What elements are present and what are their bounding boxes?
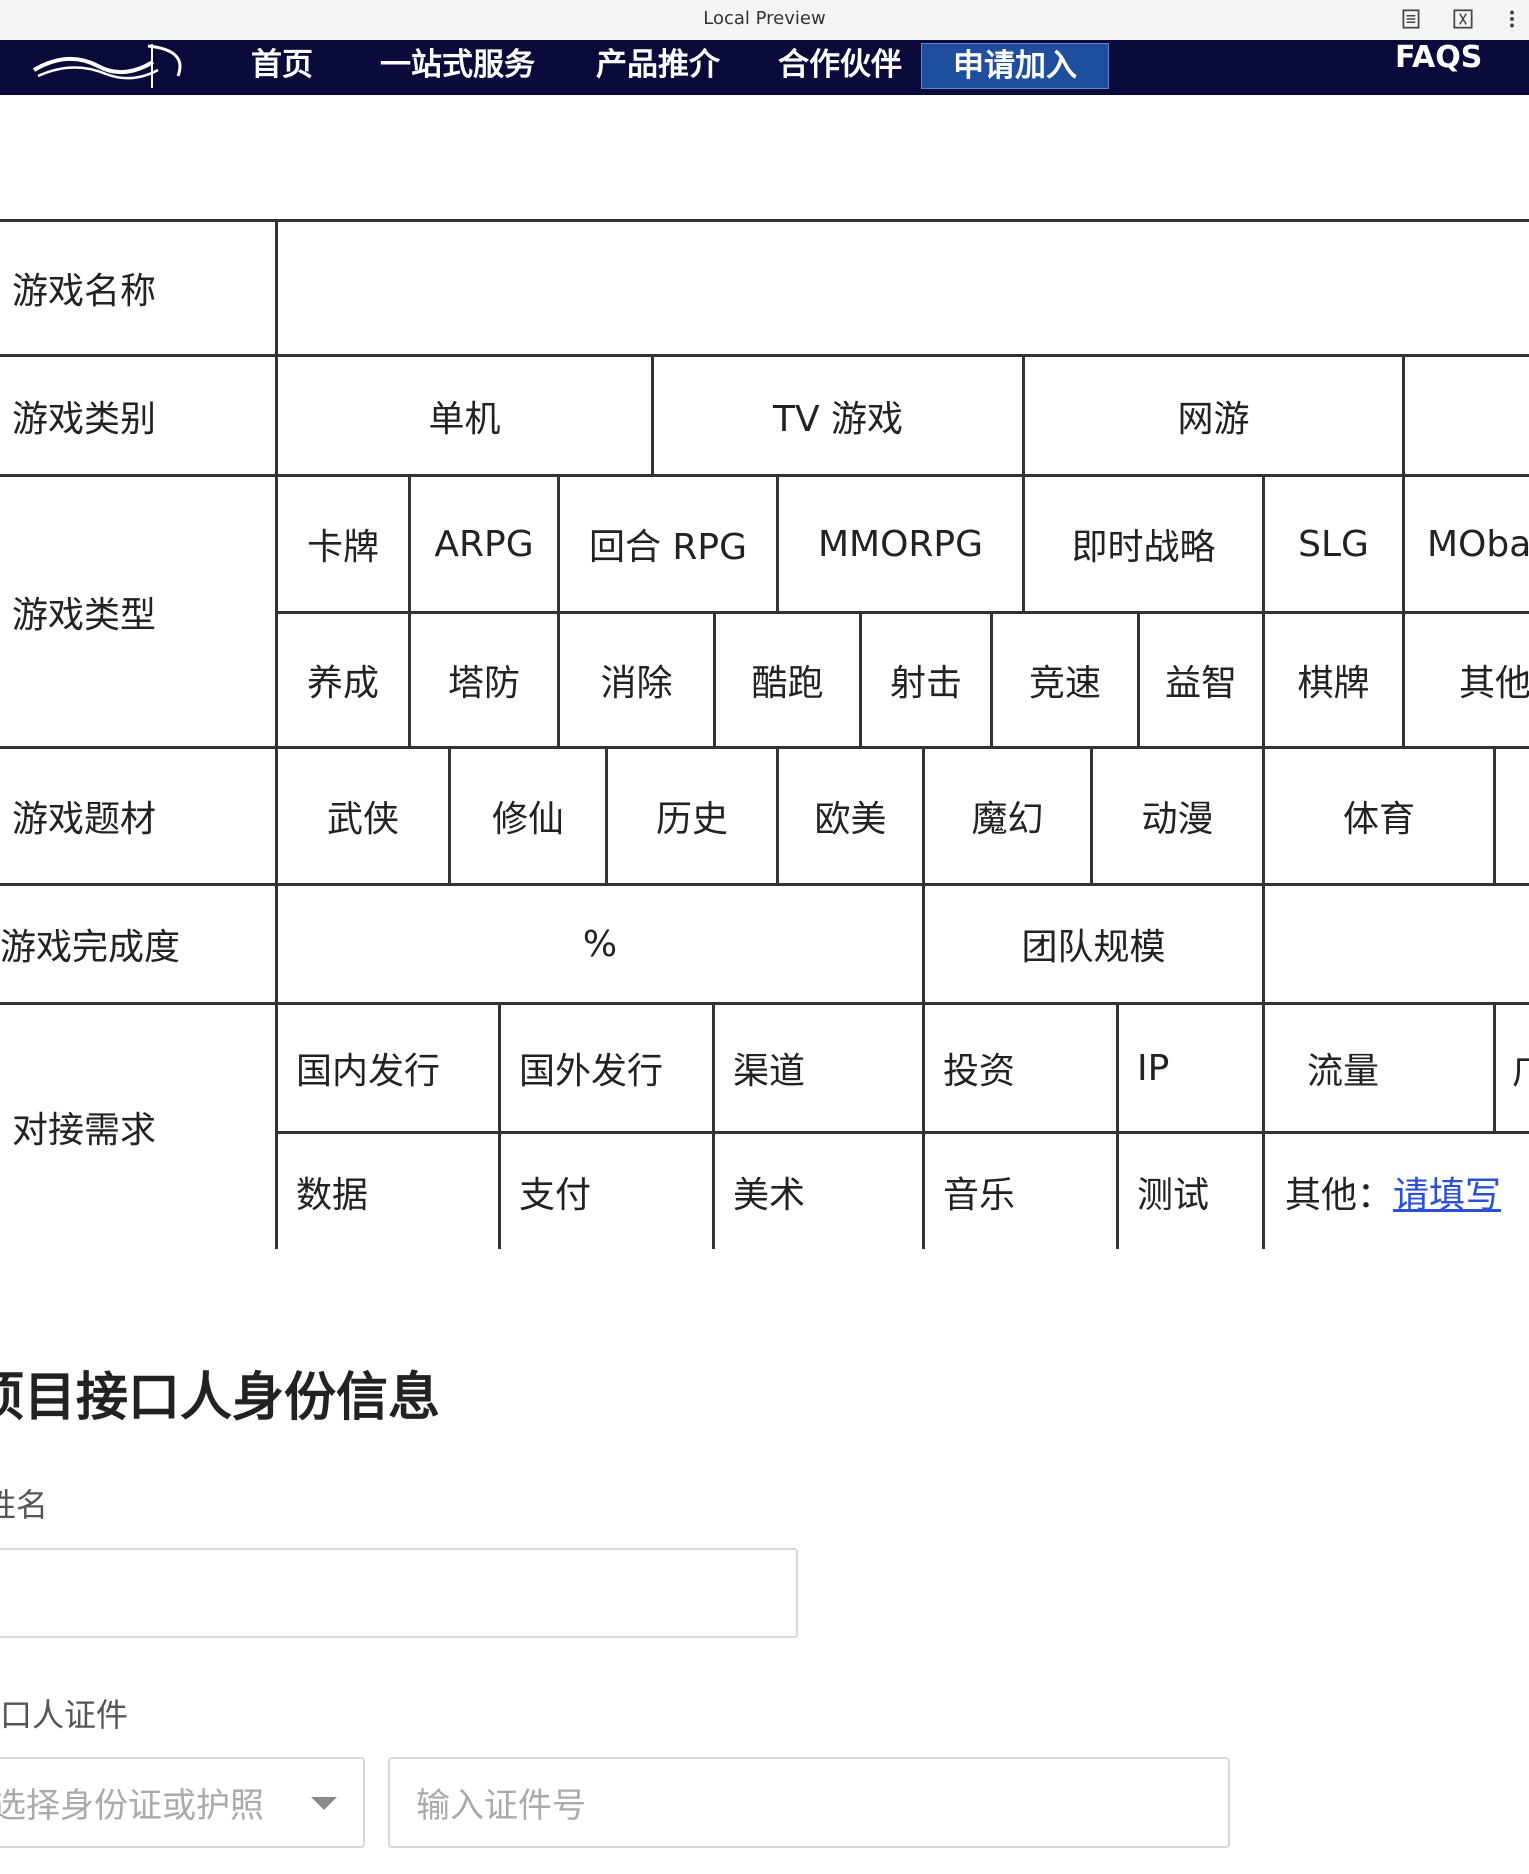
theme-option-xianxia[interactable]: 修仙 — [451, 749, 605, 883]
type-option-runner[interactable]: 酷跑 — [716, 614, 859, 746]
browser-toolbar: Local Preview — [0, 0, 1529, 41]
need-option-ip[interactable]: IP — [1119, 1005, 1262, 1131]
need-other-prefix: 其他： — [1285, 1174, 1394, 1216]
name-input[interactable] — [0, 1548, 798, 1638]
top-navigation: 首页 一站式服务 产品推介 合作伙伴 申请加入 FAQS — [0, 40, 1529, 95]
game-type-label: 游戏类型 — [12, 594, 157, 636]
category-option-tv-game[interactable]: TV 游戏 — [654, 357, 1022, 474]
type-option-rts[interactable]: 即时战略 — [1025, 477, 1262, 611]
need-option-testing[interactable]: 测试 — [1119, 1134, 1262, 1249]
chevron-down-icon — [311, 1796, 337, 1810]
completion-percent-input[interactable]: % — [278, 886, 922, 1002]
need-option-payment[interactable]: 支付 — [501, 1134, 712, 1249]
need-option-traffic[interactable]: 流量 — [1265, 1005, 1493, 1131]
type-option-racing[interactable]: 竞速 — [993, 614, 1137, 746]
category-option-online-game[interactable]: 网游 — [1025, 357, 1402, 474]
type-option-raising[interactable]: 养成 — [278, 614, 408, 746]
team-size-input[interactable] — [1265, 886, 1529, 1002]
more-options-icon[interactable] — [1503, 6, 1521, 32]
nav-product-promotion[interactable]: 产品推介 — [596, 43, 720, 87]
game-completion-label: 游戏完成度 — [0, 927, 181, 968]
game-category-label: 游戏类别 — [12, 398, 157, 440]
theme-option-wuxia[interactable]: 武侠 — [278, 749, 448, 883]
theme-option-sports[interactable]: 体育 — [1265, 749, 1493, 883]
game-theme-label: 游戏题材 — [12, 799, 157, 840]
reader-mode-icon[interactable] — [1398, 6, 1424, 32]
id-number-placeholder: 输入证件号 — [416, 1786, 586, 1826]
cooperation-needs-label: 对接需求 — [12, 1110, 157, 1151]
need-option-investment[interactable]: 投资 — [925, 1005, 1116, 1131]
nav-faqs[interactable]: FAQS — [1395, 40, 1482, 76]
site-logo[interactable] — [28, 40, 188, 90]
nav-apply-join[interactable]: 申请加入 — [921, 43, 1109, 89]
need-option-other: 其他： 请填写 — [1265, 1134, 1529, 1249]
nav-one-stop-service[interactable]: 一站式服务 — [380, 43, 535, 87]
category-option-extra[interactable] — [1405, 357, 1529, 474]
theme-option-extra[interactable] — [1496, 749, 1529, 883]
type-option-turn-based-rpg[interactable]: 回合 RPG — [560, 477, 776, 611]
game-name-input[interactable] — [278, 222, 1529, 354]
theme-option-fantasy[interactable]: 魔幻 — [925, 749, 1090, 883]
type-option-shooter[interactable]: 射击 — [862, 614, 990, 746]
devtools-icon[interactable] — [1450, 6, 1476, 32]
type-option-other[interactable]: 其他 — [1405, 614, 1529, 746]
theme-option-anime[interactable]: 动漫 — [1093, 749, 1262, 883]
type-option-tower-defense[interactable]: 塔防 — [411, 614, 557, 746]
browser-title: Local Preview — [703, 8, 826, 29]
type-option-match[interactable]: 消除 — [560, 614, 713, 746]
name-field-label: 姓名 — [0, 1486, 49, 1524]
category-option-standalone[interactable]: 单机 — [278, 357, 651, 474]
need-option-channel[interactable]: 渠道 — [715, 1005, 922, 1131]
need-other-fill-link[interactable]: 请填写 — [1393, 1166, 1501, 1218]
contact-identity-title: 项目接口人身份信息 — [0, 1368, 441, 1428]
id-field-label: 接口人证件 — [0, 1696, 129, 1734]
need-option-data[interactable]: 数据 — [278, 1134, 498, 1249]
type-option-slg[interactable]: SLG — [1265, 477, 1402, 611]
theme-option-history[interactable]: 历史 — [608, 749, 776, 883]
type-option-card[interactable]: 卡牌 — [278, 477, 408, 611]
type-option-arpg[interactable]: ARPG — [411, 477, 557, 611]
need-option-art[interactable]: 美术 — [715, 1134, 922, 1249]
nav-partners[interactable]: 合作伙伴 — [778, 43, 902, 87]
type-option-puzzle[interactable]: 益智 — [1140, 614, 1262, 746]
need-option-music[interactable]: 音乐 — [925, 1134, 1116, 1249]
team-size-label: 团队规模 — [1021, 927, 1166, 968]
type-option-board[interactable]: 棋牌 — [1265, 614, 1402, 746]
id-type-select[interactable]: 选择身份证或护照 — [0, 1757, 365, 1848]
id-number-input[interactable]: 输入证件号 — [388, 1757, 1230, 1848]
type-option-mmorpg[interactable]: MMORPG — [779, 477, 1022, 611]
need-option-domestic-publish[interactable]: 国内发行 — [278, 1005, 498, 1131]
type-option-moba[interactable]: MOba — [1405, 477, 1529, 611]
need-option-overseas-publish[interactable]: 国外发行 — [501, 1005, 712, 1131]
theme-option-western[interactable]: 欧美 — [779, 749, 922, 883]
need-option-advertising[interactable]: 广 — [1496, 1005, 1529, 1131]
nav-home[interactable]: 首页 — [248, 43, 316, 87]
id-type-placeholder: 选择身份证或护照 — [0, 1786, 264, 1826]
game-name-label: 游戏名称 — [12, 271, 157, 312]
